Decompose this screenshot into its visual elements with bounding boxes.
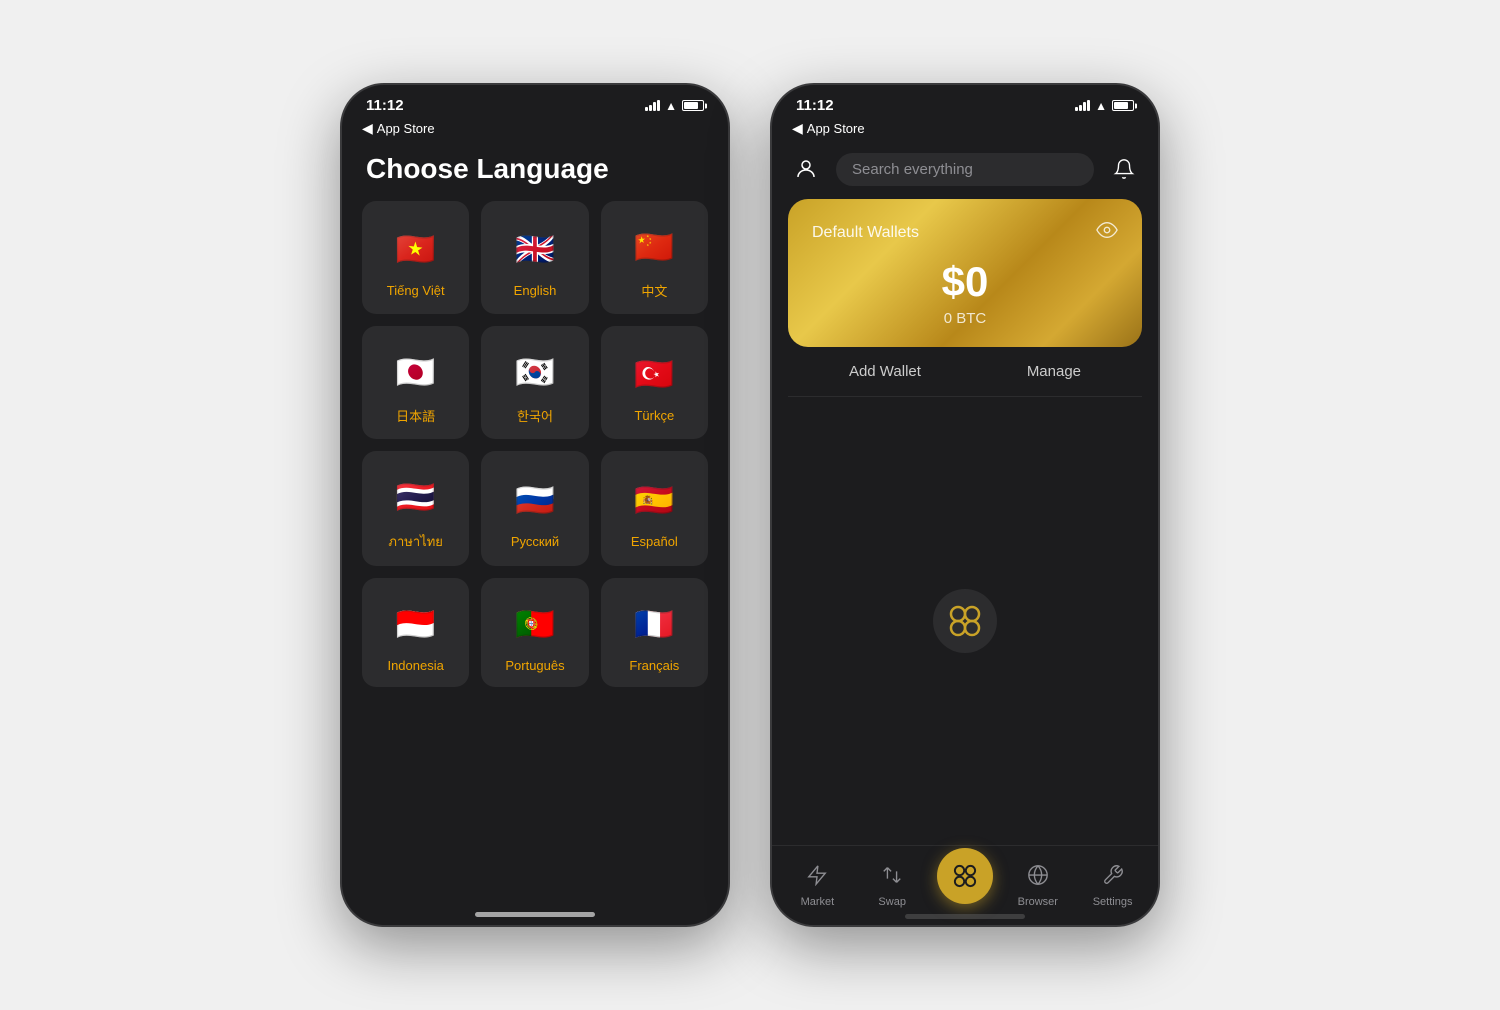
lang-label-english: English bbox=[514, 283, 557, 298]
manage-button[interactable]: Manage bbox=[1027, 363, 1081, 380]
wifi-icon-2: ▲ bbox=[1095, 99, 1107, 113]
center-logo-area bbox=[772, 397, 1158, 845]
lang-item-thai[interactable]: 🇹🇭 ภาษาไทย bbox=[362, 451, 469, 566]
lang-item-japanese[interactable]: 🇯🇵 日本語 bbox=[362, 326, 469, 439]
wallet-card: Default Wallets $0 0 BTC bbox=[788, 199, 1142, 347]
add-wallet-button[interactable]: Add Wallet bbox=[849, 363, 921, 380]
flag-english: 🇬🇧 bbox=[509, 223, 561, 275]
phone-wallet: 11:12 ▲ ◀ App Store bbox=[770, 83, 1160, 927]
lang-label-russian: Русский bbox=[511, 534, 559, 549]
status-bar-2: 11:12 ▲ bbox=[772, 85, 1158, 118]
lang-item-korean[interactable]: 🇰🇷 한국어 bbox=[481, 326, 588, 439]
lang-label-korean: 한국어 bbox=[517, 406, 553, 425]
lang-label-spanish: Español bbox=[631, 534, 678, 549]
back-label-2: App Store bbox=[807, 121, 865, 136]
flag-portuguese: 🇵🇹 bbox=[509, 598, 561, 650]
home-indicator-1 bbox=[475, 912, 595, 917]
lang-item-spanish[interactable]: 🇪🇸 Español bbox=[601, 451, 708, 566]
tab-swap-label: Swap bbox=[878, 896, 906, 908]
back-arrow-icon-2: ◀ bbox=[792, 120, 803, 137]
tab-settings-label: Settings bbox=[1093, 896, 1133, 908]
wallet-header: Search everything bbox=[772, 145, 1158, 199]
flag-french: 🇫🇷 bbox=[628, 598, 680, 650]
swap-icon bbox=[881, 864, 903, 892]
wallet-screen: Search everything Default Wallets bbox=[772, 145, 1158, 925]
wallet-card-title: Default Wallets bbox=[812, 224, 919, 242]
flag-chinese: 🇨🇳 bbox=[628, 221, 680, 273]
lang-label-thai: ภาษาไทย bbox=[388, 531, 442, 552]
lang-label-chinese: 中文 bbox=[641, 281, 667, 300]
language-grid: 🇻🇳 Tiếng Việt 🇬🇧 English 🇨🇳 中文 🇯🇵 日本語 🇰🇷… bbox=[342, 201, 728, 687]
center-logo bbox=[933, 589, 997, 653]
lang-item-french[interactable]: 🇫🇷 Français bbox=[601, 578, 708, 687]
browser-icon bbox=[1027, 864, 1049, 892]
status-time-1: 11:12 bbox=[366, 97, 404, 114]
search-bar[interactable]: Search everything bbox=[836, 153, 1094, 186]
status-time-2: 11:12 bbox=[796, 97, 834, 114]
lang-label-indonesian: Indonesia bbox=[387, 658, 443, 673]
home-indicator-2 bbox=[905, 914, 1025, 919]
battery-1 bbox=[682, 100, 704, 111]
status-icons-2: ▲ bbox=[1075, 99, 1134, 113]
flag-russian: 🇷🇺 bbox=[509, 474, 561, 526]
flag-japanese: 🇯🇵 bbox=[390, 346, 442, 398]
flag-thai: 🇹🇭 bbox=[390, 471, 442, 523]
battery-2 bbox=[1112, 100, 1134, 111]
lang-item-turkish[interactable]: 🇹🇷 Türkçe bbox=[601, 326, 708, 439]
back-nav-1[interactable]: ◀ App Store bbox=[342, 118, 728, 145]
signal-bars-2 bbox=[1075, 100, 1090, 111]
wallet-actions: Add Wallet Manage bbox=[772, 347, 1158, 396]
tab-market[interactable]: Market bbox=[787, 864, 847, 908]
wifi-icon-1: ▲ bbox=[665, 99, 677, 113]
flag-korean: 🇰🇷 bbox=[509, 346, 561, 398]
user-icon-button[interactable] bbox=[788, 151, 824, 187]
back-nav-2[interactable]: ◀ App Store bbox=[772, 118, 1158, 145]
status-icons-1: ▲ bbox=[645, 99, 704, 113]
search-placeholder: Search everything bbox=[852, 161, 973, 178]
lang-item-indonesian[interactable]: 🇮🇩 Indonesia bbox=[362, 578, 469, 687]
flag-indonesian: 🇮🇩 bbox=[390, 598, 442, 650]
tab-market-label: Market bbox=[801, 896, 835, 908]
settings-icon bbox=[1102, 864, 1124, 892]
tab-bar: Market Swap bbox=[772, 845, 1158, 925]
wallet-btc: 0 BTC bbox=[812, 310, 1118, 327]
tab-swap[interactable]: Swap bbox=[862, 864, 922, 908]
lang-label-turkish: Türkçe bbox=[634, 408, 674, 423]
lang-item-russian[interactable]: 🇷🇺 Русский bbox=[481, 451, 588, 566]
bell-icon-button[interactable] bbox=[1106, 151, 1142, 187]
flag-turkish: 🇹🇷 bbox=[628, 348, 680, 400]
lang-item-chinese[interactable]: 🇨🇳 中文 bbox=[601, 201, 708, 314]
screen-title-1: Choose Language bbox=[342, 145, 728, 201]
eye-icon[interactable] bbox=[1096, 219, 1118, 246]
wallet-amount: $0 bbox=[812, 258, 1118, 306]
tab-browser-label: Browser bbox=[1018, 896, 1058, 908]
lang-item-portuguese[interactable]: 🇵🇹 Português bbox=[481, 578, 588, 687]
flag-tieng-viet: 🇻🇳 bbox=[390, 223, 442, 275]
back-arrow-icon-1: ◀ bbox=[362, 120, 373, 137]
flag-spanish: 🇪🇸 bbox=[628, 474, 680, 526]
wallet-card-header: Default Wallets bbox=[812, 219, 1118, 246]
status-bar-1: 11:12 ▲ bbox=[342, 85, 728, 118]
lang-label-portuguese: Português bbox=[505, 658, 564, 673]
market-icon bbox=[806, 864, 828, 892]
tab-browser[interactable]: Browser bbox=[1008, 864, 1068, 908]
signal-bars-1 bbox=[645, 100, 660, 111]
lang-item-tieng-viet[interactable]: 🇻🇳 Tiếng Việt bbox=[362, 201, 469, 314]
tab-settings[interactable]: Settings bbox=[1083, 864, 1143, 908]
lang-item-english[interactable]: 🇬🇧 English bbox=[481, 201, 588, 314]
lang-label-japanese: 日本語 bbox=[396, 406, 435, 425]
lang-label-tieng-viet: Tiếng Việt bbox=[387, 283, 445, 298]
tab-home-center[interactable] bbox=[937, 848, 993, 904]
lang-label-french: Français bbox=[629, 658, 679, 673]
back-label-1: App Store bbox=[377, 121, 435, 136]
phone-language: 11:12 ▲ ◀ App Store Choose Language 🇻🇳 T… bbox=[340, 83, 730, 927]
